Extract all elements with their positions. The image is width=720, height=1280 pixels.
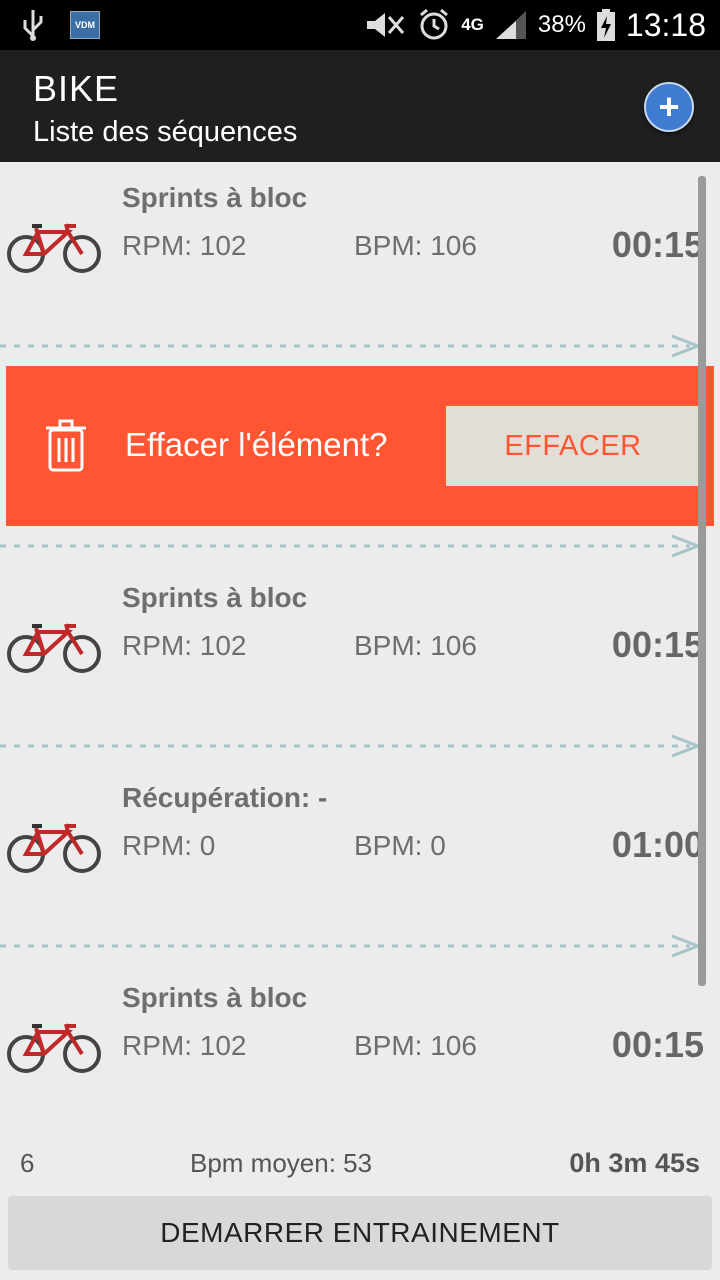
sequence-duration: 00:15 <box>611 1024 704 1065</box>
total-duration: 0h 3m 45s <box>569 1148 700 1178</box>
sequence-rpm: RPM: 102 <box>122 630 247 661</box>
average-bpm: Bpm moyen: 53 <box>190 1148 373 1178</box>
clock: 13:18 <box>625 6 706 43</box>
vdm-icon: VDM <box>70 11 100 39</box>
sequence-list[interactable]: Sprints à bloc RPM: 102 BPM: 106 00:15 E… <box>0 162 720 1142</box>
bike-icon <box>7 823 101 873</box>
bike-icon <box>7 623 101 673</box>
sequence-count: 6 <box>20 1148 35 1178</box>
sequence-name: Sprints à bloc <box>122 582 308 613</box>
sequence-bpm: BPM: 106 <box>354 230 477 261</box>
list-item[interactable]: Sprints à bloc RPM: 102 BPM: 106 00:15 <box>0 962 720 1142</box>
footer-summary: 6 Bpm moyen: 53 0h 3m 45s DEMARRER ENTRA… <box>0 1142 720 1280</box>
list-item[interactable]: Récupération: - RPM: 0 BPM: 0 01:00 <box>0 762 720 962</box>
network-type: 4G <box>461 15 484 34</box>
signal-icon <box>495 11 526 39</box>
delete-button[interactable]: EFFACER <box>446 406 700 486</box>
sequence-bpm: BPM: 106 <box>354 630 477 661</box>
add-sequence-button[interactable]: + <box>644 82 694 132</box>
sequence-rpm: RPM: 102 <box>122 230 247 261</box>
alarm-icon <box>420 8 449 40</box>
status-bar: VDM 4G 38% 13:18 <box>0 0 720 50</box>
delete-question: Effacer l'élément? <box>125 426 388 463</box>
divider <box>0 534 703 558</box>
sequence-duration: 01:00 <box>611 824 704 865</box>
delete-confirmation-bar: Effacer l'élément? EFFACER <box>6 366 714 526</box>
mute-icon <box>367 13 405 37</box>
list-item[interactable]: Sprints à bloc RPM: 102 BPM: 106 00:15 <box>0 162 720 362</box>
divider <box>0 334 703 358</box>
trash-icon <box>46 419 86 472</box>
sequence-rpm: RPM: 102 <box>122 1030 247 1061</box>
bike-icon <box>7 223 101 273</box>
page-subtitle: Liste des séquences <box>33 116 298 148</box>
sequence-name: Sprints à bloc <box>122 982 308 1013</box>
sequence-name: Récupération: - <box>122 782 328 813</box>
battery-percent: 38% <box>537 11 586 38</box>
divider <box>0 734 703 758</box>
sequence-duration: 00:15 <box>611 624 704 665</box>
sequence-bpm: BPM: 0 <box>354 830 446 861</box>
sequence-bpm: BPM: 106 <box>354 1030 477 1061</box>
app-bar: BIKE Liste des séquences + <box>0 50 720 162</box>
bike-icon <box>7 1023 101 1073</box>
list-item[interactable]: Sprints à bloc RPM: 102 BPM: 106 00:15 <box>0 562 720 762</box>
sequence-name: Sprints à bloc <box>122 182 308 213</box>
divider <box>0 934 703 958</box>
page-title: BIKE <box>33 68 120 109</box>
scrollbar[interactable] <box>698 176 706 986</box>
start-training-button[interactable]: DEMARRER ENTRAINEMENT <box>8 1196 712 1270</box>
sequence-duration: 00:15 <box>611 224 704 265</box>
battery-icon <box>596 9 615 41</box>
usb-icon <box>23 10 43 41</box>
sequence-rpm: RPM: 0 <box>122 830 216 861</box>
